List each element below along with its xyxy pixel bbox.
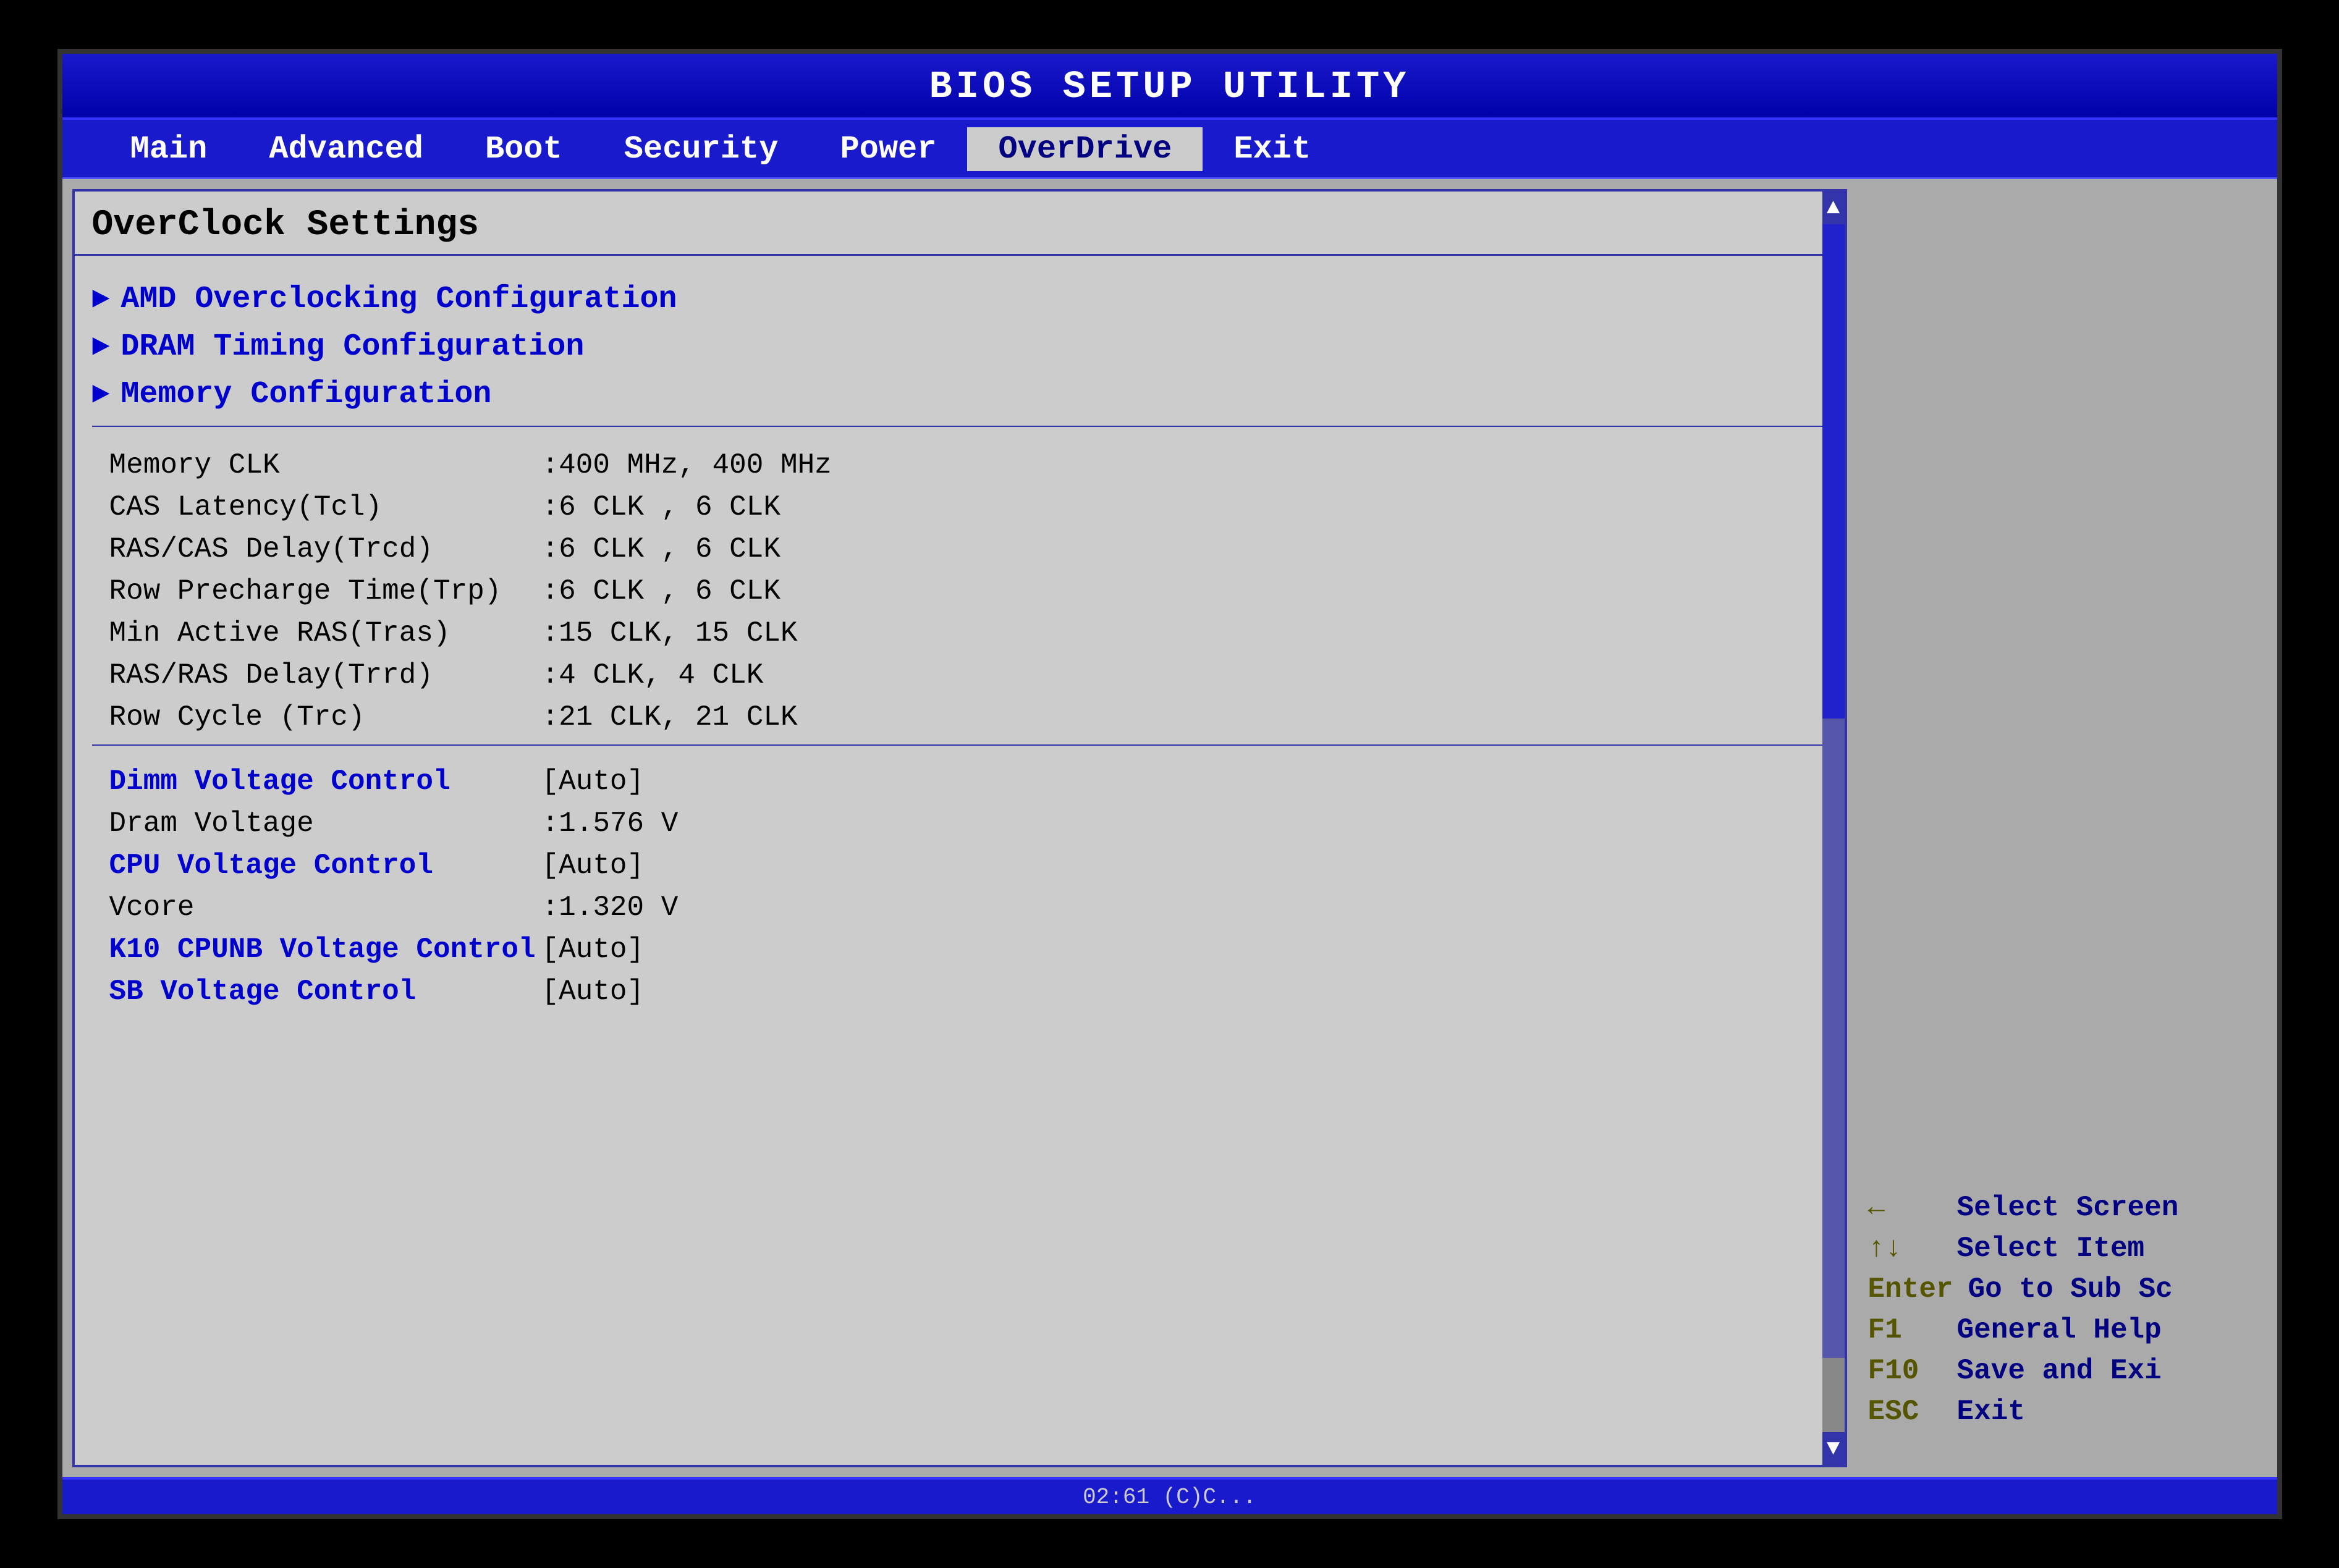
scroll-thumb-bottom [1822,1358,1845,1432]
sub-menu-memory-label: Memory Configuration [121,377,491,412]
voltage-row-1: Dram Voltage :1.576 V [109,803,1810,845]
voltage-value-3: :1.320 V [542,891,679,924]
help-row-1: ↑↓ Select Item [1868,1233,2266,1265]
panel-title: OverClock Settings [75,192,1845,256]
info-value-4: :15 CLK, 15 CLK [542,617,798,649]
info-label-6: Row Cycle (Trc) [109,701,542,733]
arrow-icon-memory: ► [92,378,110,411]
main-panel: OverClock Settings ► AMD Overclocking Co… [72,189,1847,1467]
info-row-4: Min Active RAS(Tras) :15 CLK, 15 CLK [109,612,1810,654]
help-desc-4: Save and Exi [1957,1355,2162,1387]
menu-item-security[interactable]: Security [593,127,810,171]
help-row-3: F1 General Help [1868,1314,2266,1346]
sub-menu-list: ► AMD Overclocking Configuration ► DRAM … [92,264,1827,427]
info-value-6: :21 CLK, 21 CLK [542,701,798,733]
help-desc-2: Go to Sub Sc [1968,1273,2173,1305]
voltage-row-5: SB Voltage Control [Auto] [109,971,1810,1013]
scroll-track[interactable] [1822,224,1845,1432]
help-key-0: ← [1868,1192,1942,1224]
info-label-3: Row Precharge Time(Trp) [109,575,542,607]
voltage-value-1: :1.576 V [542,807,679,840]
arrow-icon-amd: ► [92,283,110,316]
menu-item-exit[interactable]: Exit [1203,127,1342,171]
sub-menu-amd-label: AMD Overclocking Configuration [121,282,677,317]
help-key-3: F1 [1868,1314,1942,1346]
panel-body: ► AMD Overclocking Configuration ► DRAM … [75,256,1845,1465]
menu-item-overdrive[interactable]: OverDrive [967,127,1203,171]
bios-screen: BIOS SETUP UTILITY Main Advanced Boot Se… [57,49,2282,1519]
side-panel: ← Select Screen ↑↓ Select Item Enter Go … [1857,179,2277,1477]
sub-menu-memory[interactable]: ► Memory Configuration [92,371,1827,418]
help-key-5: ESC [1868,1396,1942,1428]
help-desc-5: Exit [1957,1396,2025,1428]
help-row-2: Enter Go to Sub Sc [1868,1273,2266,1305]
info-value-1: :6 CLK , 6 CLK [542,491,780,523]
scroll-up-arrow[interactable]: ▲ [1827,192,1840,224]
info-value-2: :6 CLK , 6 CLK [542,533,780,565]
voltage-row-3: Vcore :1.320 V [109,887,1810,929]
voltage-label-3: Vcore [109,891,542,924]
bottom-text: 02:61 (C)C... [1083,1485,1256,1510]
arrow-icon-dram: ► [92,331,110,364]
info-value-0: :400 MHz, 400 MHz [542,449,832,481]
help-desc-3: General Help [1957,1314,2162,1346]
voltage-label-1: Dram Voltage [109,807,542,840]
title-bar: BIOS SETUP UTILITY [62,54,2277,120]
bios-title: BIOS SETUP UTILITY [929,65,1410,109]
help-key-1: ↑↓ [1868,1233,1942,1265]
info-label-4: Min Active RAS(Tras) [109,617,542,649]
help-key-2: Enter [1868,1273,1953,1305]
voltage-value-5: [Auto] [542,976,645,1008]
info-row-1: CAS Latency(Tcl) :6 CLK , 6 CLK [109,486,1810,528]
help-row-5: ESC Exit [1868,1396,2266,1428]
voltage-value-2: [Auto] [542,849,645,882]
scroll-thumb [1822,224,1845,719]
info-row-0: Memory CLK :400 MHz, 400 MHz [109,444,1810,486]
menu-item-main[interactable]: Main [99,127,239,171]
info-section: Memory CLK :400 MHz, 400 MHz CAS Latency… [92,438,1827,746]
help-desc-0: Select Screen [1957,1192,2179,1224]
content-area: OverClock Settings ► AMD Overclocking Co… [62,179,2277,1477]
info-row-6: Row Cycle (Trc) :21 CLK, 21 CLK [109,696,1810,738]
voltage-value-4: [Auto] [542,934,645,966]
help-row-0: ← Select Screen [1868,1192,2266,1224]
voltage-row-2: CPU Voltage Control [Auto] [109,845,1810,887]
info-label-5: RAS/RAS Delay(Trrd) [109,659,542,691]
info-value-5: :4 CLK, 4 CLK [542,659,764,691]
menu-bar: Main Advanced Boot Security Power OverDr… [62,120,2277,179]
sub-menu-dram-label: DRAM Timing Configuration [121,329,584,365]
panel-title-text: OverClock Settings [92,205,480,245]
menu-item-advanced[interactable]: Advanced [238,127,454,171]
info-row-5: RAS/RAS Delay(Trrd) :4 CLK, 4 CLK [109,654,1810,696]
voltage-section: Dimm Voltage Control [Auto] Dram Voltage… [92,754,1827,1019]
help-key-4: F10 [1868,1355,1942,1387]
help-row-4: F10 Save and Exi [1868,1355,2266,1387]
info-label-2: RAS/CAS Delay(Trcd) [109,533,542,565]
scroll-down-arrow[interactable]: ▼ [1827,1432,1840,1465]
sub-menu-dram[interactable]: ► DRAM Timing Configuration [92,323,1827,371]
info-label-1: CAS Latency(Tcl) [109,491,542,523]
sub-menu-amd[interactable]: ► AMD Overclocking Configuration [92,276,1827,323]
voltage-row-4: K10 CPUNB Voltage Control [Auto] [109,929,1810,971]
info-row-2: RAS/CAS Delay(Trcd) :6 CLK , 6 CLK [109,528,1810,570]
bottom-bar: 02:61 (C)C... [62,1477,2277,1514]
voltage-label-5: SB Voltage Control [109,976,542,1008]
help-text: ← Select Screen ↑↓ Select Item Enter Go … [1868,1192,2266,1428]
voltage-row-0: Dimm Voltage Control [Auto] [109,761,1810,803]
menu-item-power[interactable]: Power [809,127,967,171]
voltage-label-2: CPU Voltage Control [109,849,542,882]
menu-item-boot[interactable]: Boot [454,127,593,171]
info-value-3: :6 CLK , 6 CLK [542,575,780,607]
info-row-3: Row Precharge Time(Trp) :6 CLK , 6 CLK [109,570,1810,612]
info-label-0: Memory CLK [109,449,542,481]
scrollbar[interactable]: ▲ ▼ [1822,192,1845,1465]
voltage-value-0: [Auto] [542,765,645,798]
help-desc-1: Select Item [1957,1233,2145,1265]
voltage-label-4: K10 CPUNB Voltage Control [109,934,542,966]
voltage-label-0: Dimm Voltage Control [109,765,542,798]
